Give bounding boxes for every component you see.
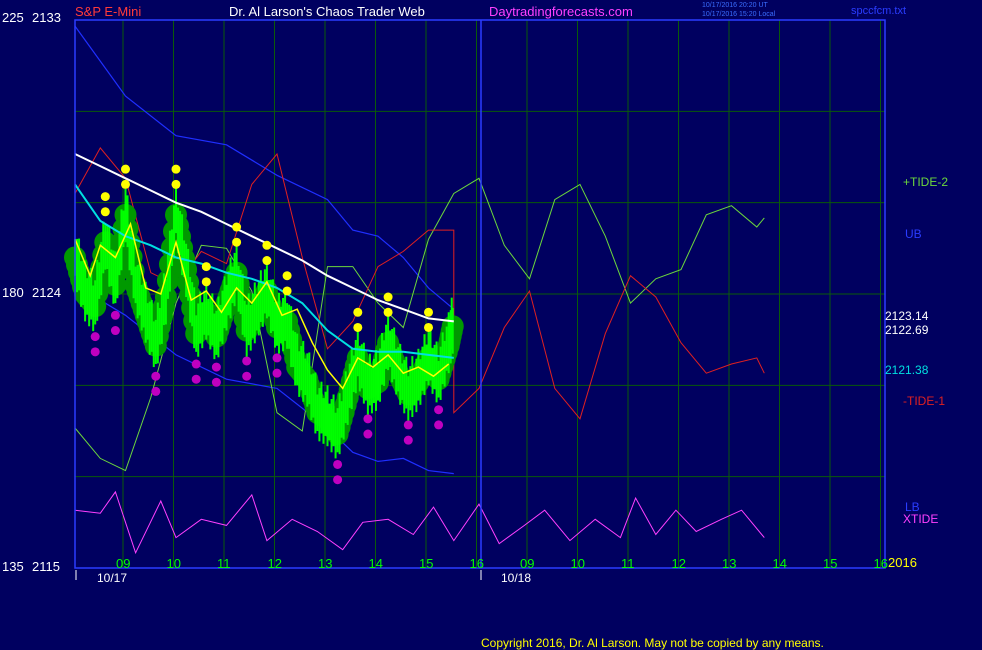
symbol-label: S&P E-Mini bbox=[75, 4, 142, 19]
y-left-bottom-label: 135 bbox=[2, 559, 24, 574]
swing-low-dot-b-12 bbox=[191, 374, 201, 384]
swing-high-dot-b-5 bbox=[121, 164, 130, 174]
x-tick-label-11: 12 bbox=[672, 556, 686, 571]
x-tick-label-1: 10 bbox=[167, 556, 181, 571]
x-tick-label-3: 12 bbox=[268, 556, 282, 571]
swing-low-dot-8 bbox=[151, 371, 161, 381]
swing-low-dot-36 bbox=[434, 405, 444, 415]
file-name: spccfcm.txt bbox=[851, 5, 907, 17]
x-tick-label-14: 15 bbox=[823, 556, 837, 571]
swing-high-dot-31 bbox=[383, 307, 393, 317]
tide2-legend: +TIDE-2 bbox=[903, 175, 948, 189]
swing-high-dot-3 bbox=[100, 207, 110, 217]
swing-high-dot-b-31 bbox=[383, 292, 393, 302]
swing-low-dot-14 bbox=[211, 362, 221, 372]
x-tick-label-8: 09 bbox=[520, 556, 534, 571]
swing-high-dot-b-19 bbox=[262, 240, 272, 250]
swing-low-dot-20 bbox=[272, 353, 282, 363]
swing-low-dot-b-29 bbox=[363, 429, 373, 439]
swing-high-dot-5 bbox=[121, 179, 130, 189]
x-tick-label-6: 15 bbox=[419, 556, 433, 571]
swing-low-dot-b-2 bbox=[90, 347, 100, 357]
x-tick-label-5: 14 bbox=[369, 556, 383, 571]
value-label-c: 2121.38 bbox=[885, 363, 929, 377]
site-link[interactable]: Daytradingforecasts.com bbox=[489, 4, 633, 19]
swing-high-dot-13 bbox=[201, 277, 211, 287]
swing-high-dot-16 bbox=[232, 237, 242, 247]
swing-low-dot-2 bbox=[90, 332, 100, 342]
tide1-legend: -TIDE-1 bbox=[903, 394, 945, 408]
xtide-line bbox=[74, 490, 765, 555]
timestamp-ut: 10/17/2016 20:20 UT bbox=[702, 2, 768, 9]
swing-low-dot-4 bbox=[110, 310, 120, 320]
price-bars bbox=[64, 181, 464, 459]
copyright-notice: Copyright 2016, Dr. Al Larson. May not b… bbox=[481, 636, 824, 650]
swing-high-dot-28 bbox=[353, 322, 363, 332]
date-label-1: 10/17 bbox=[97, 571, 127, 585]
swing-high-dot-b-13 bbox=[201, 262, 211, 272]
swing-high-dot-b-21 bbox=[282, 271, 292, 281]
x-tick-label-10: 11 bbox=[621, 556, 635, 571]
swing-low-dot-b-17 bbox=[242, 371, 252, 381]
y-left-top-label: 225 bbox=[2, 10, 24, 25]
timestamp-local: 10/17/2016 15:20 Local bbox=[702, 11, 776, 18]
value-label-b: 2122.69 bbox=[885, 323, 929, 337]
y-price-mid-label: 2124 bbox=[32, 285, 61, 300]
x-tick-label-7: 16 bbox=[470, 556, 484, 571]
swing-high-dot-b-10 bbox=[171, 164, 181, 174]
swing-high-dot-b-35 bbox=[424, 307, 433, 317]
year-label: 2016 bbox=[888, 555, 917, 570]
x-tick-label-12: 13 bbox=[722, 556, 736, 571]
swing-low-dot-b-4 bbox=[110, 326, 120, 336]
date-label-2: 10/18 bbox=[501, 571, 531, 585]
xtide-legend: XTIDE bbox=[903, 512, 938, 526]
swing-high-dot-b-28 bbox=[353, 307, 363, 317]
swing-high-dot-b-3 bbox=[100, 192, 110, 202]
y-left-mid-label: 180 bbox=[2, 285, 24, 300]
swing-low-dot-12 bbox=[191, 359, 201, 369]
swing-low-dot-b-20 bbox=[272, 368, 282, 378]
x-tick-label-0: 09 bbox=[116, 556, 130, 571]
value-label-a: 2123.14 bbox=[885, 309, 929, 323]
x-tick-label-15: 16 bbox=[874, 556, 888, 571]
swing-low-dot-29 bbox=[363, 414, 373, 424]
swing-low-dot-17 bbox=[242, 356, 252, 366]
swing-high-dot-19 bbox=[262, 256, 272, 266]
swing-low-dot-b-8 bbox=[151, 386, 161, 396]
swing-low-dot-b-33 bbox=[403, 435, 413, 445]
x-tick-label-4: 13 bbox=[318, 556, 332, 571]
swing-low-dot-b-14 bbox=[211, 377, 221, 387]
swing-high-dot-b-16 bbox=[232, 222, 242, 232]
chart-title: Dr. Al Larson's Chaos Trader Web bbox=[229, 4, 425, 19]
swing-high-dot-10 bbox=[171, 179, 181, 189]
swing-low-dot-26 bbox=[333, 459, 343, 469]
ub-legend: UB bbox=[905, 227, 922, 241]
y-price-bottom-label: 2115 bbox=[32, 559, 60, 574]
x-tick-label-9: 10 bbox=[571, 556, 585, 571]
swing-high-dot-21 bbox=[282, 286, 292, 296]
y-price-top-label: 2133 bbox=[32, 10, 61, 25]
swing-high-dot-35 bbox=[424, 322, 433, 332]
x-tick-label-2: 11 bbox=[217, 556, 231, 571]
x-tick-label-13: 14 bbox=[773, 556, 787, 571]
swing-low-dot-b-26 bbox=[333, 475, 343, 485]
swing-low-dot-b-36 bbox=[434, 420, 444, 430]
chaos-trader-chart: 225 2133 180 2124 135 2115 09 10 11 12 13 14 1… bbox=[2, 10, 948, 585]
swing-low-dot-33 bbox=[403, 420, 413, 430]
